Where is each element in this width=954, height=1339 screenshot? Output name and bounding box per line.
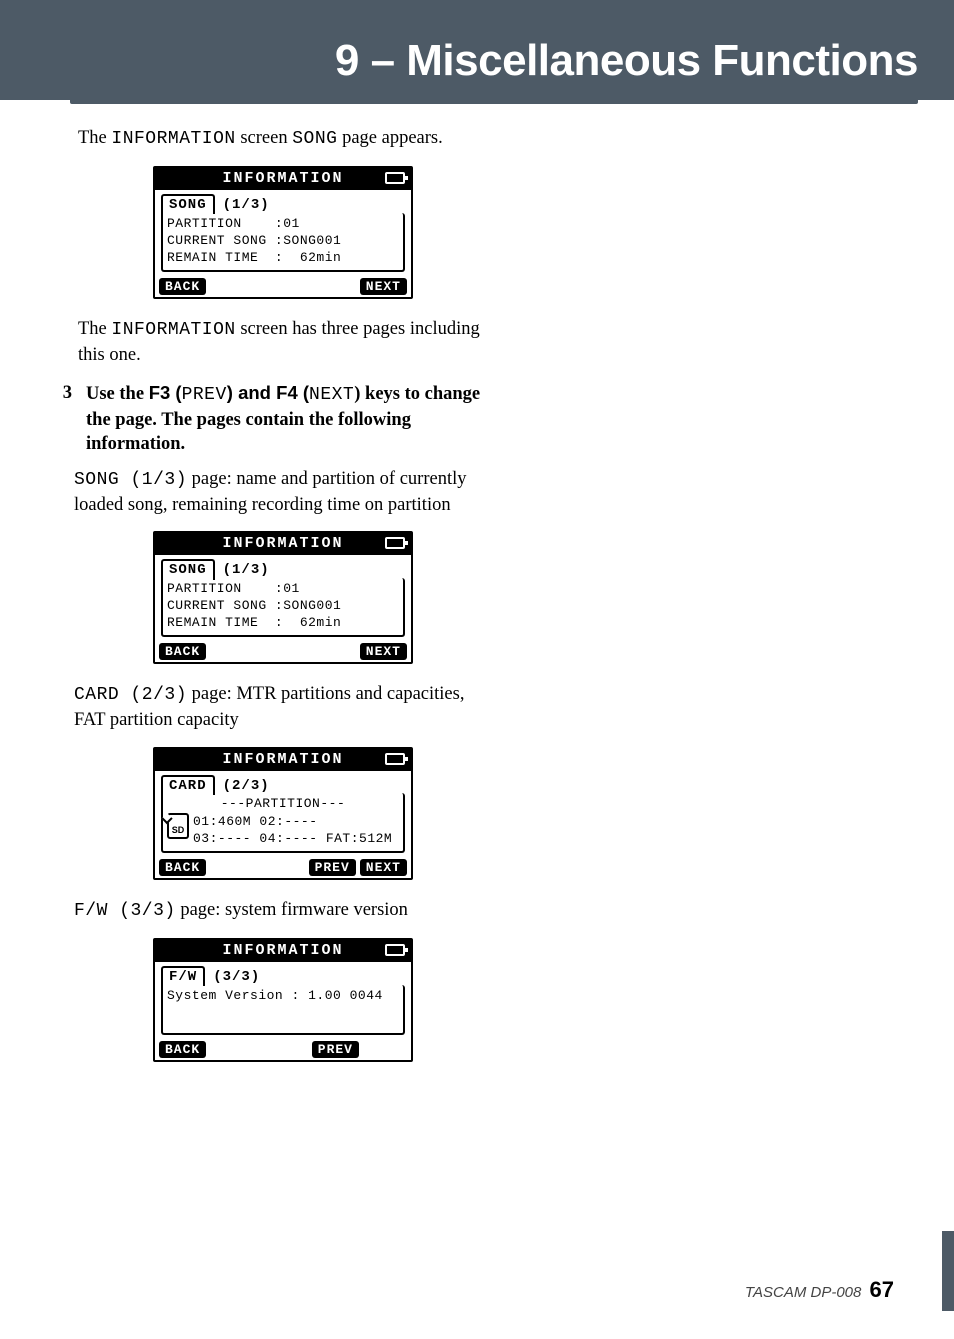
lcd-title-text: INFORMATION xyxy=(222,750,343,770)
lcd-next-button: NEXT xyxy=(360,859,407,876)
partition-header: ---PARTITION--- xyxy=(167,795,399,812)
text: page: system firmware version xyxy=(176,900,408,920)
fw-page-desc: F/W (3/3) page: system firmware version xyxy=(74,898,488,924)
screen-name: INFORMATION xyxy=(111,320,235,340)
lcd-line: CURRENT SONG :SONG001 xyxy=(167,232,399,249)
text: The xyxy=(78,128,111,148)
text: page appears. xyxy=(337,128,442,148)
text: screen xyxy=(236,128,293,148)
lcd-footer: BACK PREV xyxy=(155,1041,411,1060)
lcd-back-button: BACK xyxy=(159,643,206,660)
lcd-line: 03:---- 04:---- FAT:512M xyxy=(193,830,392,847)
lcd-prev-button: PREV xyxy=(309,859,356,876)
intro-paragraph-1: The INFORMATION screen SONG page appears… xyxy=(78,126,488,152)
header-underline xyxy=(70,100,918,104)
lcd-figure-2: INFORMATION SONG (1/3) PARTITION :01 CURR… xyxy=(78,531,488,664)
lcd-line: PARTITION :01 xyxy=(167,215,399,232)
lcd-body: SONG (1/3) PARTITION :01 CURRENT SONG :SO… xyxy=(155,555,411,643)
lcd-back-button: BACK xyxy=(159,1041,206,1058)
lcd-page-indicator: (1/3) xyxy=(223,197,270,213)
lcd-back-button: BACK xyxy=(159,859,206,876)
lcd-back-button: BACK xyxy=(159,278,206,295)
lcd-page-indicator: (3/3) xyxy=(213,969,260,985)
lcd-line: 01:460M 02:---- xyxy=(193,813,392,830)
lcd-titlebar: INFORMATION xyxy=(155,749,411,771)
lcd-screen: INFORMATION CARD (2/3) ---PARTITION--- SD… xyxy=(153,747,413,880)
battery-icon xyxy=(385,944,405,956)
lcd-line: REMAIN TIME : 62min xyxy=(167,249,399,266)
lcd-page-indicator: (1/3) xyxy=(223,562,270,578)
lcd-titlebar: INFORMATION xyxy=(155,533,411,555)
page-name: SONG xyxy=(292,129,337,149)
lcd-figure-4: INFORMATION F/W (3/3) System Version : 1.… xyxy=(78,938,488,1062)
intro-paragraph-2: The INFORMATION screen has three pages i… xyxy=(78,317,488,367)
lcd-footer: BACK PREV NEXT xyxy=(155,859,411,878)
card-page-desc: CARD (2/3) page: MTR partitions and capa… xyxy=(74,682,488,732)
lcd-next-button: NEXT xyxy=(360,278,407,295)
lcd-body: SONG (1/3) PARTITION :01 CURRENT SONG :SO… xyxy=(155,190,411,278)
lcd-title-text: INFORMATION xyxy=(222,941,343,961)
lcd-footer: BACK NEXT xyxy=(155,643,411,662)
text: Use the xyxy=(86,384,149,404)
lcd-tab: F/W xyxy=(161,966,205,986)
chapter-header: 9 – Miscellaneous Functions xyxy=(0,0,954,100)
partition-data: 01:460M 02:---- 03:---- 04:---- FAT:512M xyxy=(193,813,392,847)
chapter-title: 9 – Miscellaneous Functions xyxy=(335,36,918,86)
lcd-page-indicator: (2/3) xyxy=(223,778,270,794)
battery-icon xyxy=(385,753,405,765)
key-function: PREV xyxy=(182,385,227,405)
page-id: F/W (3/3) xyxy=(74,901,176,921)
step-3: 3 Use the F3 (PREV) and F4 (NEXT) keys t… xyxy=(78,381,488,457)
lcd-prev-button: PREV xyxy=(312,1041,359,1058)
lcd-figure-3: INFORMATION CARD (2/3) ---PARTITION--- SD… xyxy=(78,747,488,880)
key-function: NEXT xyxy=(309,385,354,405)
lcd-next-button: NEXT xyxy=(360,643,407,660)
content-column: The INFORMATION screen SONG page appears… xyxy=(78,118,488,1080)
battery-icon xyxy=(385,172,405,184)
lcd-tab: CARD xyxy=(161,775,215,795)
page-id: CARD (2/3) xyxy=(74,685,187,705)
lcd-content-box: PARTITION :01 CURRENT SONG :SONG001 REMA… xyxy=(161,213,405,272)
lcd-body: CARD (2/3) ---PARTITION--- SD 01:460M 02:… xyxy=(155,771,411,859)
lcd-line: REMAIN TIME : 62min xyxy=(167,614,399,631)
lcd-screen: INFORMATION SONG (1/3) PARTITION :01 CURR… xyxy=(153,166,413,299)
lcd-line: System Version : 1.00 0044 xyxy=(167,987,399,1004)
lcd-title-text: INFORMATION xyxy=(222,534,343,554)
lcd-content-box: PARTITION :01 CURRENT SONG :SONG001 REMA… xyxy=(161,578,405,637)
key-label: F4 ( xyxy=(276,382,309,403)
step-number: 3 xyxy=(54,381,72,457)
page-id: SONG (1/3) xyxy=(74,470,187,490)
lcd-line: CURRENT SONG :SONG001 xyxy=(167,597,399,614)
thumb-tab xyxy=(942,1231,954,1311)
lcd-titlebar: INFORMATION xyxy=(155,168,411,190)
lcd-titlebar: INFORMATION xyxy=(155,940,411,962)
lcd-title-text: INFORMATION xyxy=(222,169,343,189)
step-body: Use the F3 (PREV) and F4 (NEXT) keys to … xyxy=(86,381,488,457)
lcd-content-box: ---PARTITION--- SD 01:460M 02:---- 03:--… xyxy=(161,793,405,852)
lcd-tab: SONG xyxy=(161,559,215,579)
lcd-footer: BACK NEXT xyxy=(155,278,411,297)
lcd-content-box: System Version : 1.00 0044 xyxy=(161,985,405,1035)
screen-name: INFORMATION xyxy=(111,129,235,149)
text: The xyxy=(78,319,111,339)
lcd-screen: INFORMATION F/W (3/3) System Version : 1.… xyxy=(153,938,413,1062)
sd-card-icon: SD xyxy=(167,813,189,839)
page: 9 – Miscellaneous Functions The INFORMAT… xyxy=(0,0,954,1339)
lcd-figure-1: INFORMATION SONG (1/3) PARTITION :01 CURR… xyxy=(78,166,488,299)
lcd-tab: SONG xyxy=(161,194,215,214)
song-page-desc: SONG (1/3) page: name and partition of c… xyxy=(74,467,488,517)
text: ) and xyxy=(227,382,276,403)
lcd-screen: INFORMATION SONG (1/3) PARTITION :01 CURR… xyxy=(153,531,413,664)
product-name: TASCAM DP-008 xyxy=(745,1284,861,1301)
lcd-line: PARTITION :01 xyxy=(167,580,399,597)
partition-rows: SD 01:460M 02:---- 03:---- 04:---- FAT:5… xyxy=(167,813,399,847)
lcd-body: F/W (3/3) System Version : 1.00 0044 xyxy=(155,962,411,1041)
key-label: F3 ( xyxy=(149,382,182,403)
page-footer: TASCAM DP-008 67 xyxy=(745,1277,894,1303)
battery-icon xyxy=(385,537,405,549)
page-number: 67 xyxy=(870,1277,894,1302)
